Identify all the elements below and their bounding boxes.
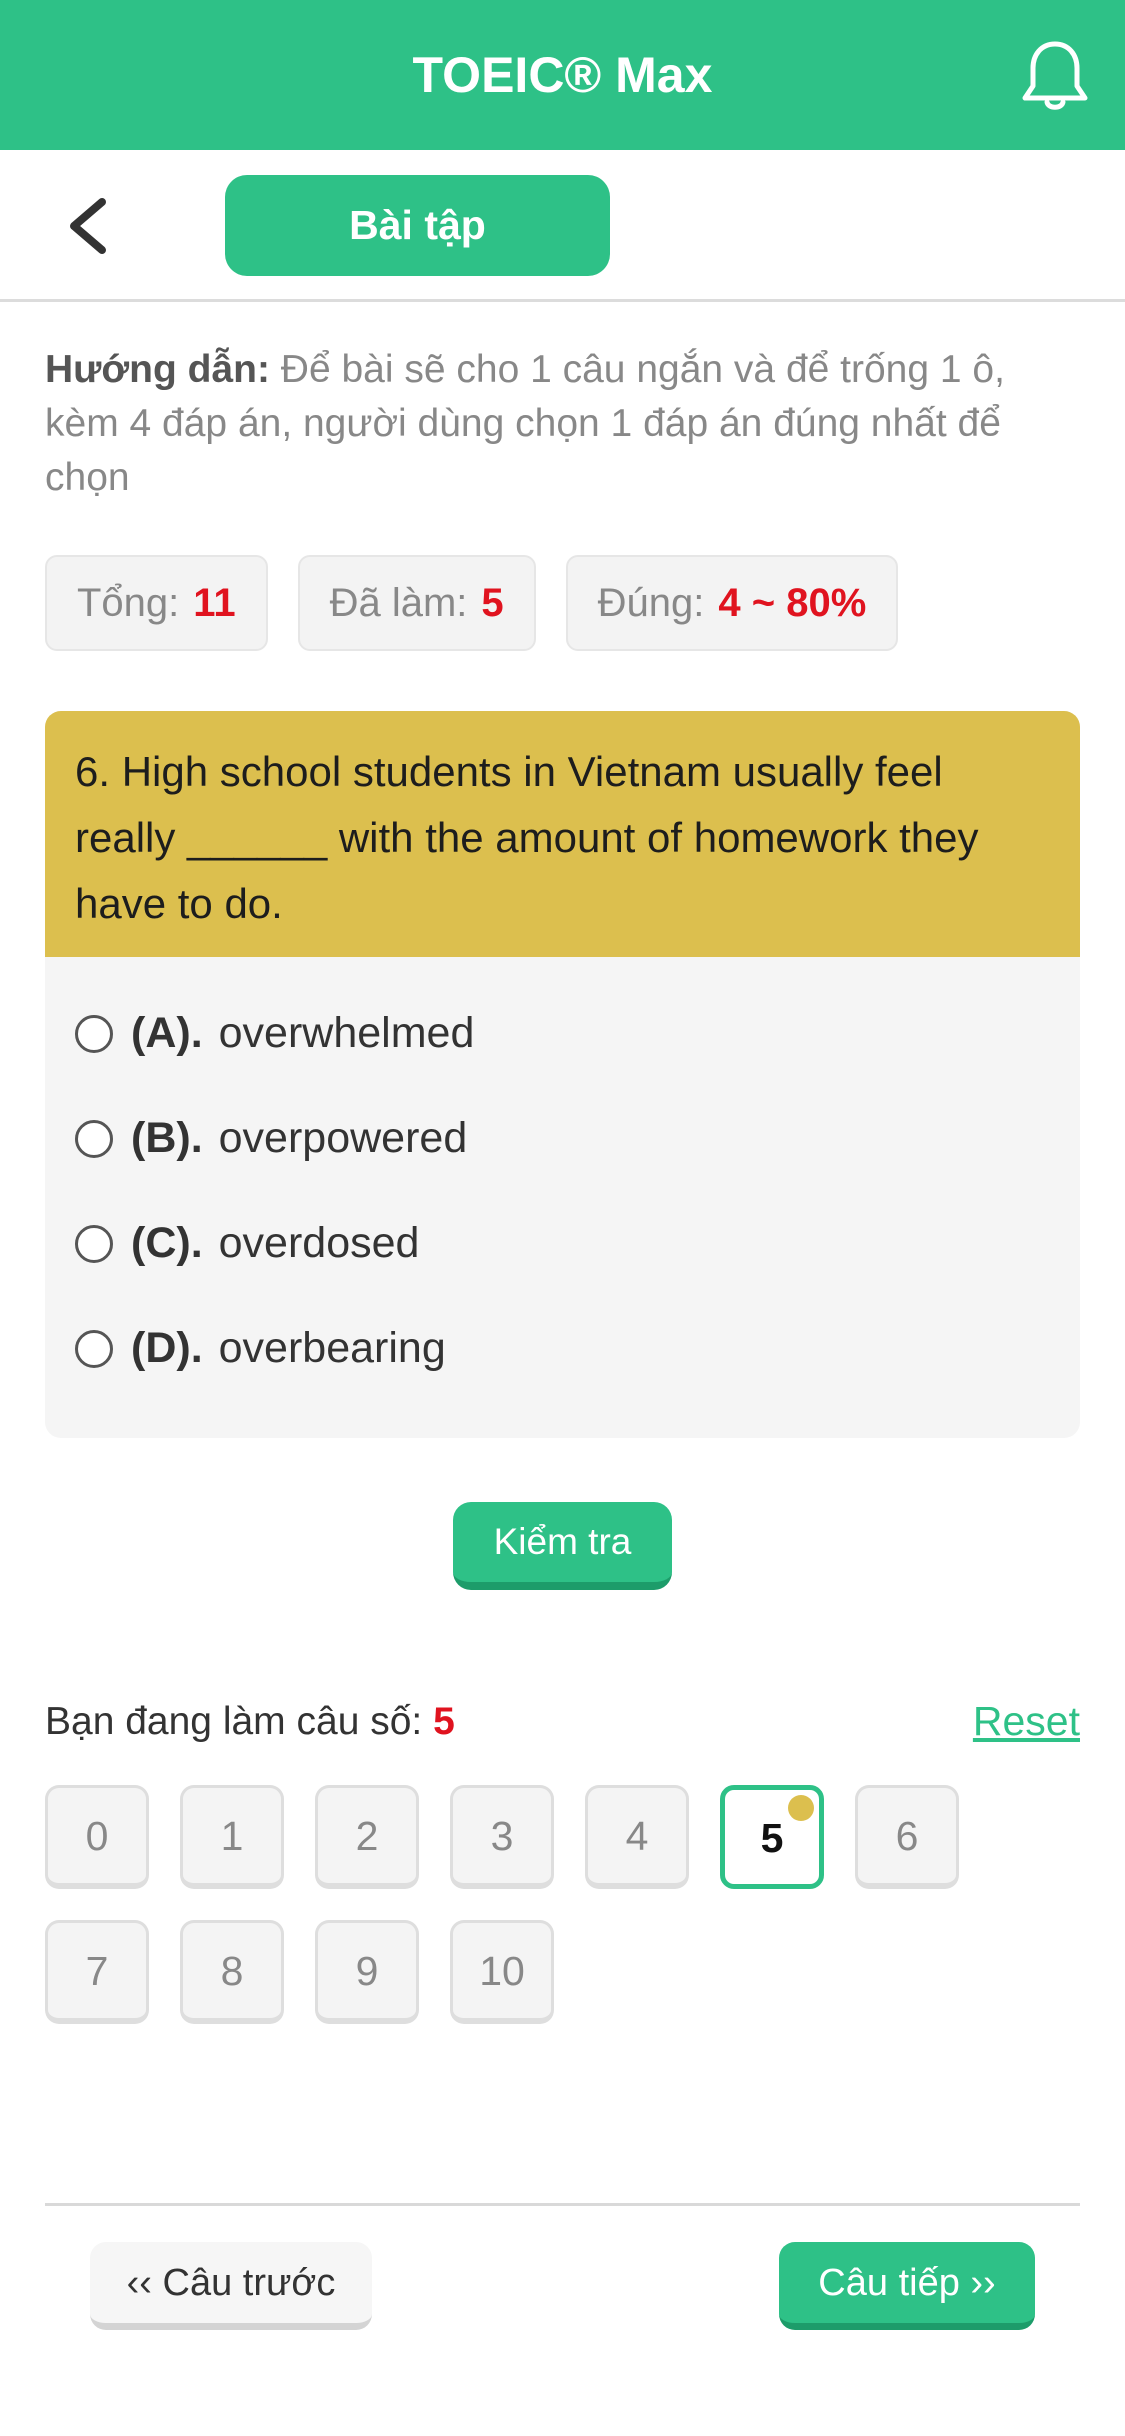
stat-value: 5 bbox=[481, 581, 504, 625]
question-number-button[interactable]: 10 bbox=[450, 1920, 554, 2024]
option-b[interactable]: (B). overpowered bbox=[45, 1086, 1080, 1191]
option-a[interactable]: (A). overwhelmed bbox=[45, 981, 1080, 1086]
progress-text: Bạn đang làm câu số: bbox=[45, 1700, 423, 1743]
stat-done: Đã làm: 5 bbox=[297, 555, 536, 651]
question-number-button[interactable]: 4 bbox=[585, 1785, 689, 1889]
question-number-button[interactable]: 7 bbox=[45, 1920, 149, 2024]
option-letter: (A). bbox=[131, 1009, 203, 1057]
instructions-label: Hướng dẫn: bbox=[45, 348, 270, 391]
question-number-button[interactable]: 8 bbox=[180, 1920, 284, 2024]
question-number-button[interactable]: 0 bbox=[45, 1785, 149, 1889]
option-text: overbearing bbox=[218, 1324, 446, 1372]
question-number-button[interactable]: 1 bbox=[180, 1785, 284, 1889]
question-number-button[interactable]: 2 bbox=[315, 1785, 419, 1889]
app-title: TOEIC® Max bbox=[412, 47, 713, 103]
exercise-tab-button[interactable]: Bài tập bbox=[225, 175, 610, 276]
next-question-button[interactable]: Câu tiếp ›› bbox=[779, 2242, 1035, 2330]
stat-label: Đã làm: bbox=[329, 581, 468, 625]
bell-icon[interactable] bbox=[1019, 38, 1091, 114]
option-letter: (C). bbox=[131, 1219, 203, 1267]
stat-label: Tổng: bbox=[77, 581, 180, 625]
chevron-left-icon[interactable] bbox=[60, 194, 120, 258]
stat-value: 11 bbox=[193, 581, 236, 625]
option-d[interactable]: (D). overbearing bbox=[45, 1296, 1080, 1401]
question-number-button[interactable]: 3 bbox=[450, 1785, 554, 1889]
reset-link[interactable]: Reset bbox=[973, 1698, 1080, 1745]
option-text: overwhelmed bbox=[218, 1009, 475, 1057]
stat-correct: Đúng: 4 ~ 80% bbox=[565, 555, 899, 651]
radio-button[interactable] bbox=[75, 1224, 113, 1263]
status-dot bbox=[788, 1795, 814, 1821]
answer-options: (A). overwhelmed (B). overpowered (C). o… bbox=[45, 957, 1080, 1401]
current-question-number: 5 bbox=[433, 1700, 455, 1743]
sub-toolbar: Bài tập bbox=[0, 150, 1125, 302]
stat-total: Tổng: 11 bbox=[45, 555, 268, 651]
option-letter: (B). bbox=[131, 1114, 203, 1162]
radio-button[interactable] bbox=[75, 1329, 113, 1368]
instructions: Hướng dẫn: Để bài sẽ cho 1 câu ngắn và đ… bbox=[45, 343, 1085, 505]
option-text: overpowered bbox=[218, 1114, 468, 1162]
radio-button[interactable] bbox=[75, 1119, 113, 1158]
option-letter: (D). bbox=[131, 1324, 203, 1372]
progress-label: Bạn đang làm câu số: 5 bbox=[45, 1700, 455, 1744]
question-number-button[interactable]: 6 bbox=[855, 1785, 959, 1889]
radio-button[interactable] bbox=[75, 1014, 113, 1053]
question-text: 6. High school students in Vietnam usual… bbox=[45, 711, 1080, 957]
question-card: 6. High school students in Vietnam usual… bbox=[45, 711, 1080, 1438]
question-number-button[interactable]: 9 bbox=[315, 1920, 419, 2024]
question-number-label: 5 bbox=[760, 1815, 784, 1861]
previous-question-button[interactable]: ‹‹ Câu trước bbox=[90, 2242, 372, 2330]
question-number-button-current[interactable]: 5 bbox=[720, 1785, 824, 1889]
stat-value: 4 ~ 80% bbox=[718, 581, 867, 625]
stat-label: Đúng: bbox=[597, 581, 705, 625]
option-text: overdosed bbox=[218, 1219, 420, 1267]
app-header: TOEIC® Max bbox=[0, 0, 1125, 150]
divider bbox=[45, 2203, 1080, 2206]
option-c[interactable]: (C). overdosed bbox=[45, 1191, 1080, 1296]
check-button[interactable]: Kiểm tra bbox=[453, 1502, 672, 1590]
stats-row: Tổng: 11 Đã làm: 5 Đúng: 4 ~ 80% bbox=[45, 555, 899, 651]
